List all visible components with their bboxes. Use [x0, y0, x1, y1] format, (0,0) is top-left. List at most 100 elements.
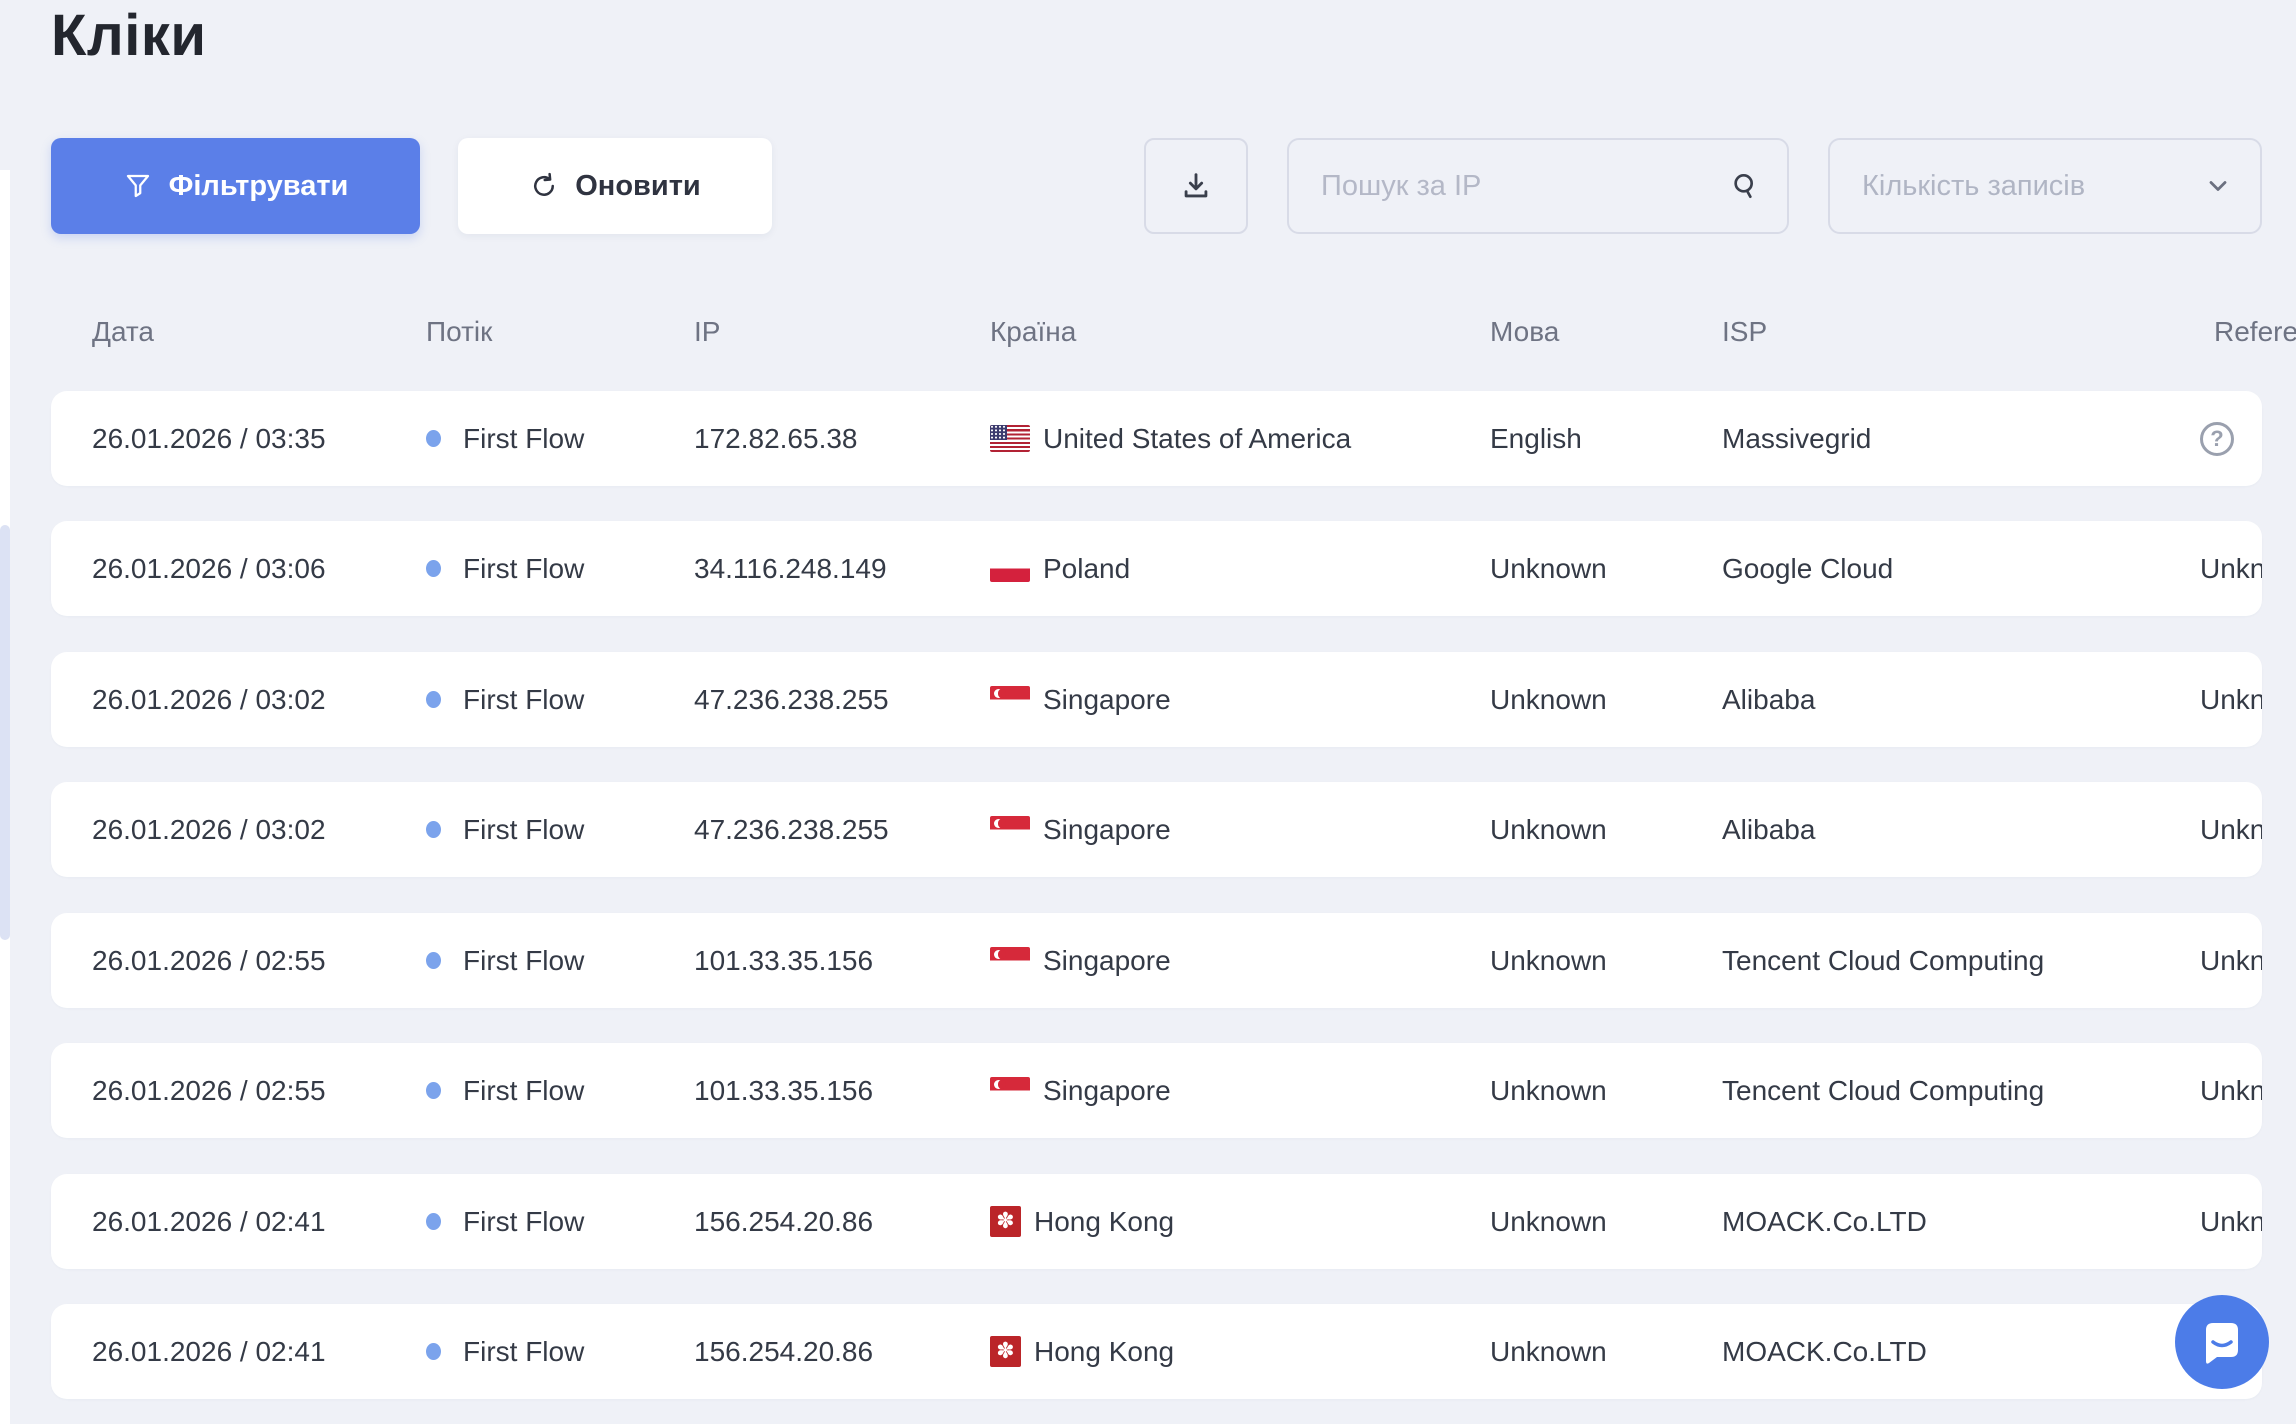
cell-referer: Unknown — [2200, 1174, 2262, 1269]
cell-isp: Tencent Cloud Computing — [1722, 1043, 2044, 1138]
country-name: Singapore — [1043, 1075, 1171, 1107]
cell-ip: 156.254.20.86 — [694, 1174, 873, 1269]
cell-date: 26.01.2026 / 03:02 — [92, 652, 326, 747]
cell-date: 26.01.2026 / 02:55 — [92, 1043, 326, 1138]
flag-hk-icon — [990, 1336, 1021, 1367]
table-row: 26.01.2026 / 03:02 First Flow 47.236.238… — [51, 652, 2262, 747]
cell-isp: Tencent Cloud Computing — [1722, 913, 2044, 1008]
country-name: United States of America — [1043, 423, 1351, 455]
table-row: 26.01.2026 / 02:55 First Flow 101.33.35.… — [51, 1043, 2262, 1138]
cell-referer: Unknown — [2200, 782, 2262, 877]
flag-sg-icon — [990, 947, 1030, 974]
refresh-button[interactable]: Оновити — [458, 138, 772, 234]
flag-sg-icon — [990, 1077, 1030, 1104]
left-scrollbar-thumb[interactable] — [0, 525, 10, 940]
cell-referer: Unknown — [2200, 521, 2262, 616]
cell-country: Singapore — [990, 913, 1171, 1008]
flow-dot-icon — [426, 952, 441, 969]
cell-referer: Unknown — [2200, 1043, 2262, 1138]
cell-date: 26.01.2026 / 03:35 — [92, 391, 326, 486]
chat-widget-button[interactable] — [2175, 1295, 2269, 1389]
cell-ip: 47.236.238.255 — [694, 652, 889, 747]
country-name: Singapore — [1043, 814, 1171, 846]
table-row: 26.01.2026 / 02:41 First Flow 156.254.20… — [51, 1174, 2262, 1269]
download-button[interactable] — [1144, 138, 1248, 234]
cell-referer: ? — [2200, 391, 2234, 486]
flow-dot-icon — [426, 1082, 441, 1099]
column-header-isp: ISP — [1722, 316, 1767, 348]
flow-link[interactable]: First Flow — [463, 1075, 584, 1107]
cell-country: United States of America — [990, 391, 1351, 486]
flag-sg-icon — [990, 816, 1030, 843]
referer-help-icon[interactable]: ? — [2200, 422, 2234, 456]
flow-link[interactable]: First Flow — [463, 814, 584, 846]
filter-button[interactable]: Фільтрувати — [51, 138, 420, 234]
column-header-flow: Потік — [426, 316, 492, 348]
flow-dot-icon — [426, 430, 441, 447]
cell-ip: 101.33.35.156 — [694, 1043, 873, 1138]
search-ip-field[interactable] — [1287, 138, 1789, 234]
column-header-lang: Мова — [1490, 316, 1559, 348]
country-name: Hong Kong — [1034, 1206, 1174, 1238]
flag-us-icon — [990, 425, 1030, 452]
flow-dot-icon — [426, 821, 441, 838]
flow-link[interactable]: First Flow — [463, 945, 584, 977]
cell-lang: Unknown — [1490, 1174, 1607, 1269]
country-name: Singapore — [1043, 684, 1171, 716]
cell-country: Singapore — [990, 1043, 1171, 1138]
cell-isp: Alibaba — [1722, 782, 1815, 877]
cell-lang: Unknown — [1490, 1304, 1607, 1399]
flag-hk-icon — [990, 1206, 1021, 1237]
cell-lang: Unknown — [1490, 782, 1607, 877]
country-name: Hong Kong — [1034, 1336, 1174, 1368]
flag-pl-icon — [990, 555, 1030, 582]
column-header-referer: Referer — [2214, 316, 2296, 348]
refresh-button-label: Оновити — [575, 170, 700, 203]
cell-flow: First Flow — [426, 1043, 584, 1138]
cell-referer: Unknown — [2200, 913, 2262, 1008]
cell-date: 26.01.2026 / 02:41 — [92, 1304, 326, 1399]
cell-lang: Unknown — [1490, 652, 1607, 747]
cell-date: 26.01.2026 / 02:55 — [92, 913, 326, 1008]
cell-ip: 172.82.65.38 — [694, 391, 858, 486]
cell-flow: First Flow — [426, 782, 584, 877]
flow-link[interactable]: First Flow — [463, 423, 584, 455]
cell-ip: 47.236.238.255 — [694, 782, 889, 877]
cell-isp: Google Cloud — [1722, 521, 1893, 616]
flow-link[interactable]: First Flow — [463, 1336, 584, 1368]
flow-link[interactable]: First Flow — [463, 1206, 584, 1238]
flow-link[interactable]: First Flow — [463, 684, 584, 716]
country-name: Poland — [1043, 553, 1130, 585]
table-row: 26.01.2026 / 02:55 First Flow 101.33.35.… — [51, 913, 2262, 1008]
records-count-select[interactable]: Кількість записів — [1828, 138, 2262, 234]
flow-dot-icon — [426, 1343, 441, 1360]
cell-isp: Massivegrid — [1722, 391, 1871, 486]
filter-funnel-icon — [123, 171, 153, 201]
flag-sg-icon — [990, 686, 1030, 713]
flow-link[interactable]: First Flow — [463, 553, 584, 585]
cell-lang: Unknown — [1490, 521, 1607, 616]
column-header-country: Країна — [990, 316, 1076, 348]
table-row: 26.01.2026 / 03:35 First Flow 172.82.65.… — [51, 391, 2262, 486]
cell-country: Hong Kong — [990, 1174, 1174, 1269]
cell-country: Singapore — [990, 652, 1171, 747]
left-scrollbar-track[interactable] — [0, 170, 10, 1424]
table-row: 26.01.2026 / 03:02 First Flow 47.236.238… — [51, 782, 2262, 877]
search-ip-input[interactable] — [1289, 170, 1729, 203]
cell-ip: 156.254.20.86 — [694, 1304, 873, 1399]
cell-flow: First Flow — [426, 1304, 584, 1399]
chevron-down-icon — [2204, 172, 2232, 200]
refresh-icon — [529, 171, 559, 201]
cell-isp: MOACK.Co.LTD — [1722, 1174, 1927, 1269]
cell-ip: 34.116.248.149 — [694, 521, 887, 616]
table-row: 26.01.2026 / 02:41 First Flow 156.254.20… — [51, 1304, 2262, 1399]
flow-dot-icon — [426, 691, 441, 708]
cell-flow: First Flow — [426, 1174, 584, 1269]
cell-flow: First Flow — [426, 521, 584, 616]
clicks-page: Кліки Фільтрувати Оновити Кількість запи… — [0, 0, 2296, 1424]
cell-lang: English — [1490, 391, 1582, 486]
cell-date: 26.01.2026 / 02:41 — [92, 1174, 326, 1269]
country-name: Singapore — [1043, 945, 1171, 977]
cell-ip: 101.33.35.156 — [694, 913, 873, 1008]
search-icon[interactable] — [1729, 170, 1761, 202]
